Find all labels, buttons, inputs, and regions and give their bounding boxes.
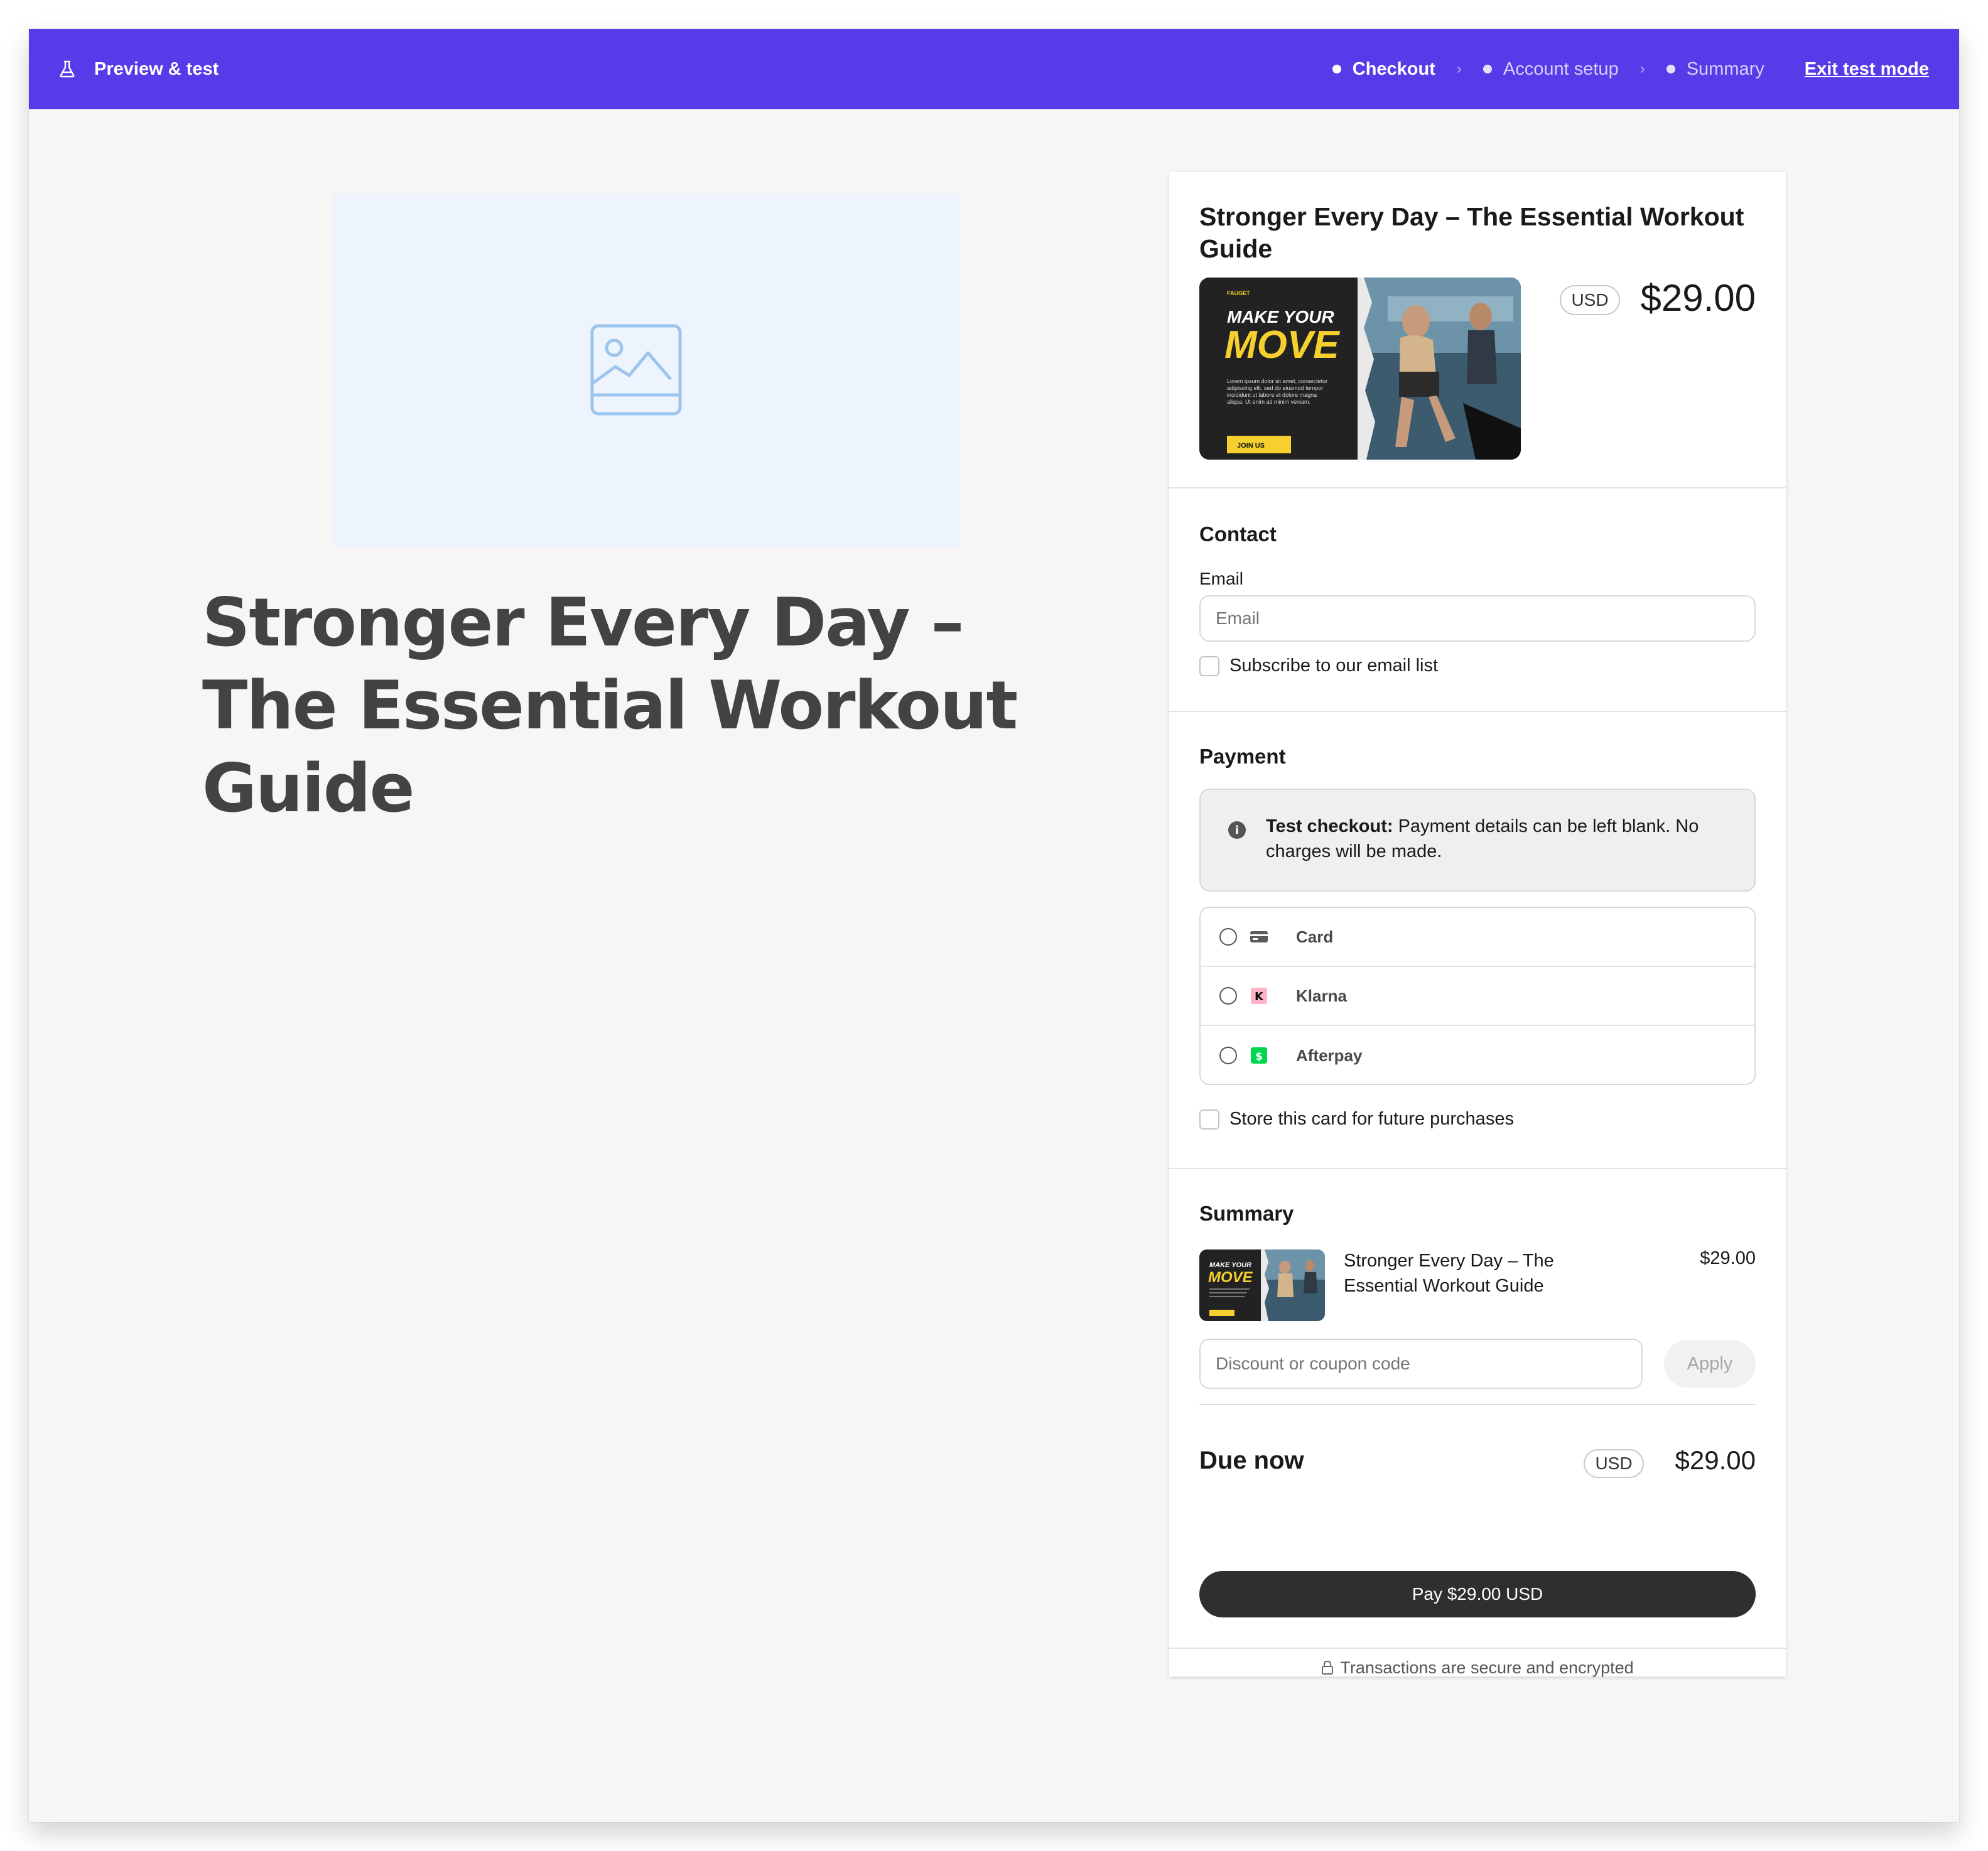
chevron-right-icon: › <box>1640 60 1645 77</box>
summary-item-thumbnail: MAKE YOUR MOVE <box>1199 1249 1325 1321</box>
workout-poster-small-image: MAKE YOUR MOVE <box>1199 1249 1325 1321</box>
summary-title: Summary <box>1199 1202 1294 1225</box>
poster-body: Lorem ipsum dolor sit amet, consectetur … <box>1227 378 1328 405</box>
exit-test-mode-link[interactable]: Exit test mode <box>1805 59 1929 80</box>
afterpay-label: Afterpay <box>1296 1045 1363 1065</box>
payment-method-card[interactable]: Card <box>1201 908 1754 967</box>
due-now-label: Due now <box>1199 1447 1304 1474</box>
test-checkout-notice: i Test checkout: Payment details can be … <box>1199 789 1756 892</box>
product-section: Stronger Every Day – The Essential Worko… <box>1169 172 1786 488</box>
email-label: Email <box>1199 569 1244 588</box>
payment-method-klarna[interactable]: K Klarna <box>1201 967 1754 1026</box>
email-field[interactable] <box>1199 595 1756 642</box>
chevron-right-icon: › <box>1456 60 1462 77</box>
hero-image-placeholder <box>333 193 959 546</box>
workout-poster-image: FAUGET MAKE YOUR MOVE Lorem ipsum dolor … <box>1199 278 1521 460</box>
step-label: Summary <box>1686 58 1764 79</box>
coupon-input[interactable] <box>1199 1339 1643 1389</box>
step-checkout[interactable]: Checkout <box>1332 59 1435 80</box>
summary-item-name: Stronger Every Day – The Essential Worko… <box>1344 1251 1554 1296</box>
summary-section: Summary MAKE YOUR MOVE Stronger Every Da… <box>1169 1169 1786 1508</box>
subscribe-label: Subscribe to our email list <box>1229 656 1439 676</box>
poster-cta: JOIN US <box>1237 442 1265 450</box>
payment-section: Payment i Test checkout: Payment details… <box>1169 712 1786 1169</box>
notice-text: Test checkout: Payment details can be le… <box>1266 814 1731 864</box>
klarna-icon: K <box>1251 988 1267 1004</box>
subscribe-row[interactable]: Subscribe to our email list <box>1199 656 1438 676</box>
step-dot <box>1483 65 1492 73</box>
subscribe-checkbox[interactable] <box>1199 656 1219 676</box>
secure-text: Transactions are secure and encrypted <box>1340 1658 1634 1677</box>
card-label: Card <box>1296 927 1334 946</box>
secure-note: Transactions are secure and encrypted <box>1169 1655 1786 1680</box>
currency-badge: USD <box>1560 285 1620 315</box>
contact-title: Contact <box>1199 522 1277 546</box>
checkout-steps: Checkout › Account setup › Summary Exit … <box>1332 29 1929 109</box>
card-radio[interactable] <box>1219 928 1237 946</box>
checkout-card: Stronger Every Day – The Essential Worko… <box>1169 172 1786 1677</box>
due-currency-badge: USD <box>1584 1449 1644 1478</box>
poster-small-headline-2: MOVE <box>1208 1269 1253 1286</box>
contact-section: Contact Email Subscribe to our email lis… <box>1169 488 1786 712</box>
store-card-checkbox[interactable] <box>1199 1109 1219 1130</box>
poster-brand: FAUGET <box>1227 290 1250 296</box>
preview-brand: Preview & test <box>59 29 219 109</box>
payment-method-afterpay[interactable]: $ Afterpay <box>1201 1026 1754 1084</box>
summary-item-price: $29.00 <box>1700 1248 1756 1268</box>
apply-coupon-button[interactable]: Apply <box>1664 1340 1756 1388</box>
pay-button[interactable]: Pay $29.00 USD <box>1199 1571 1756 1617</box>
product-price: $29.00 <box>1640 277 1756 319</box>
store-card-label: Store this card for future purchases <box>1229 1109 1514 1129</box>
afterpay-icon: $ <box>1251 1047 1267 1064</box>
step-account-setup[interactable]: Account setup <box>1483 59 1619 80</box>
step-dot <box>1666 65 1675 73</box>
afterpay-radio[interactable] <box>1219 1047 1237 1064</box>
product-thumbnail: FAUGET MAKE YOUR MOVE Lorem ipsum dolor … <box>1199 278 1521 460</box>
payment-methods: Card K Klarna $ Afterpay <box>1199 907 1756 1085</box>
card-icon <box>1250 931 1268 942</box>
app-window: Preview & test Checkout › Account setup … <box>29 29 1959 1822</box>
info-icon: i <box>1228 821 1246 839</box>
step-summary[interactable]: Summary <box>1666 58 1764 80</box>
image-placeholder-icon <box>590 324 682 416</box>
svg-text:$: $ <box>1255 1050 1263 1063</box>
notice-bold: Test checkout: <box>1266 816 1393 836</box>
poster-small-headline-1: MAKE YOUR <box>1209 1261 1251 1269</box>
preview-label: Preview & test <box>94 58 219 79</box>
product-hero-title: Stronger Every Day – The Essential Worko… <box>202 584 1018 827</box>
klarna-radio[interactable] <box>1219 987 1237 1005</box>
poster-headline-2: MOVE <box>1224 323 1340 367</box>
flask-icon <box>60 60 75 78</box>
product-title: Stronger Every Day – The Essential Worko… <box>1199 202 1744 263</box>
store-card-row[interactable]: Store this card for future purchases <box>1199 1109 1514 1130</box>
payment-title: Payment <box>1199 745 1286 768</box>
svg-text:K: K <box>1255 990 1264 1003</box>
footer-divider <box>1169 1648 1786 1649</box>
klarna-label: Klarna <box>1296 986 1347 1005</box>
step-label: Checkout <box>1352 58 1435 79</box>
due-now-price: $29.00 <box>1675 1445 1756 1475</box>
summary-divider <box>1199 1404 1756 1405</box>
lock-icon <box>1322 1660 1334 1675</box>
top-bar: Preview & test Checkout › Account setup … <box>29 29 1959 109</box>
step-dot <box>1332 65 1341 73</box>
step-label: Account setup <box>1503 58 1619 79</box>
